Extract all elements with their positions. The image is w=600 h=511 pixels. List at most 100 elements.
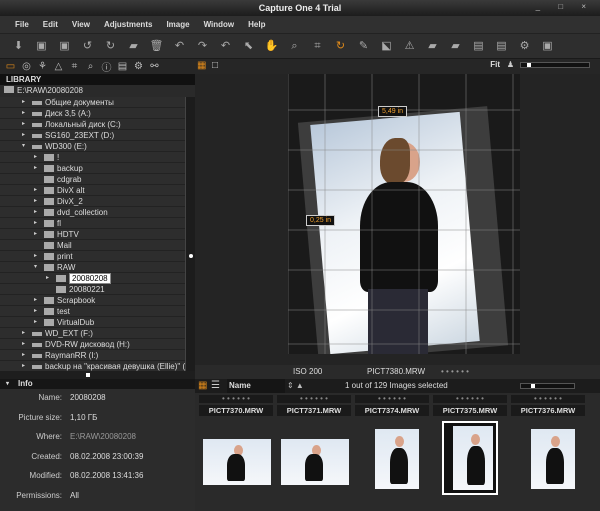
expand-arrow-icon[interactable]: ▸ xyxy=(34,163,37,174)
expand-arrow-icon[interactable]: ▾ xyxy=(34,262,37,273)
tree-item[interactable]: ▸ DivX_2 xyxy=(0,196,185,207)
tree-item[interactable]: ▸! xyxy=(0,152,185,163)
expand-arrow-icon[interactable]: ▸ xyxy=(34,152,37,163)
tree-vertical-scrollbar[interactable] xyxy=(185,97,195,371)
tree-item[interactable]: 20080221 xyxy=(0,284,185,295)
select-icon[interactable]: ⬉ xyxy=(240,38,257,55)
import-icon[interactable]: ⬇ xyxy=(10,38,27,55)
expand-arrow-icon[interactable]: ▸ xyxy=(22,328,25,339)
tree-item[interactable]: ▸ fl xyxy=(0,218,185,229)
expand-arrow-icon[interactable]: ▸ xyxy=(22,361,25,371)
tree-item[interactable]: ▸ print xyxy=(0,251,185,262)
expand-arrow-icon[interactable]: ▸ xyxy=(46,273,49,284)
thumb-rating[interactable]: • • • • • • xyxy=(355,395,429,403)
new-folder-icon[interactable]: ▰ xyxy=(125,38,142,55)
thumb-rating[interactable]: • • • • • • xyxy=(433,395,507,403)
tree-item[interactable]: ▾ WD300 (E:) xyxy=(0,141,185,152)
keystone-icon[interactable]: ⬕ xyxy=(378,38,395,55)
menu-view[interactable]: View xyxy=(65,16,97,33)
expand-arrow-icon[interactable]: ▾ xyxy=(22,141,25,152)
expand-arrow-icon[interactable]: ▸ xyxy=(22,108,25,119)
crop-icon[interactable]: ⌗ xyxy=(309,38,326,55)
delete-icon[interactable]: 🗑 xyxy=(148,38,165,55)
picker-icon[interactable]: ✎ xyxy=(355,38,372,55)
expand-arrow-icon[interactable]: ▸ xyxy=(22,350,25,361)
tree-item[interactable]: ▸ Диск 3,5 (A:) xyxy=(0,108,185,119)
info-icon[interactable]: ▣ xyxy=(539,38,556,55)
redo-icon[interactable]: ↷ xyxy=(194,38,211,55)
thumbnail[interactable]: • • • • • • PICT7375.MRW xyxy=(433,395,507,509)
viewer-rating[interactable]: • • • • • • xyxy=(441,365,469,379)
expand-arrow-icon[interactable]: ▸ xyxy=(34,229,37,240)
expand-arrow-icon[interactable]: ▸ xyxy=(34,306,37,317)
thumb-size-slider[interactable] xyxy=(520,383,575,389)
reset-icon[interactable]: ↶ xyxy=(217,38,234,55)
expand-arrow-icon[interactable]: ▸ xyxy=(34,185,37,196)
tree-item[interactable]: ▸ DVD-RW дисковод (H:) xyxy=(0,339,185,350)
process-icon[interactable]: ▰ xyxy=(447,38,464,55)
thumbnail[interactable]: • • • • • • PICT7376.MRW xyxy=(511,395,585,509)
batch-tab-icon[interactable]: ⚯ xyxy=(148,61,161,72)
thumb-rating[interactable]: • • • • • • xyxy=(199,395,273,403)
rotate-right-icon[interactable]: ↻ xyxy=(102,38,119,55)
menu-file[interactable]: File xyxy=(8,16,36,33)
settings-icon[interactable]: ⚙ xyxy=(516,38,533,55)
capture-tab-icon[interactable]: ◎ xyxy=(20,61,33,72)
sort-order-icon[interactable]: ⇕ ▲ xyxy=(287,379,304,393)
expand-arrow-icon[interactable]: ▸ xyxy=(22,339,25,350)
export-icon[interactable]: ▰ xyxy=(424,38,441,55)
info-header[interactable]: ▾ Info xyxy=(0,379,195,389)
list-icon[interactable]: ☰ xyxy=(211,379,220,393)
straighten-icon[interactable]: ↻ xyxy=(332,38,349,55)
sort-select[interactable]: Name xyxy=(227,379,285,393)
tree-item[interactable]: ▸ Общие документы xyxy=(0,97,185,108)
tree-item[interactable]: ▸ backup на "красивая девушка (Ellie)" ( xyxy=(0,361,185,371)
menu-adjustments[interactable]: Adjustments xyxy=(97,16,159,33)
menu-help[interactable]: Help xyxy=(241,16,272,33)
crop-tab-icon[interactable]: ⌗ xyxy=(68,61,81,72)
focus-tab-icon[interactable]: ⌕ xyxy=(84,61,97,72)
exposure-tab-icon[interactable]: △ xyxy=(52,61,65,72)
expand-arrow-icon[interactable]: ▸ xyxy=(22,119,25,130)
tree-item[interactable]: ▸ backup xyxy=(0,163,185,174)
expand-arrow-icon[interactable]: ▸ xyxy=(34,317,37,328)
thumb-rating[interactable]: • • • • • • xyxy=(511,395,585,403)
library-tab-icon[interactable]: ▭ xyxy=(4,61,17,72)
thumb-rating[interactable]: • • • • • • xyxy=(277,395,351,403)
zoom-fit-label[interactable]: Fit xyxy=(490,60,500,69)
image-canvas[interactable]: 5,49 in 0,25 in xyxy=(288,74,520,354)
thumbnail[interactable]: • • • • • • PICT7374.MRW xyxy=(355,395,429,509)
warning-icon[interactable]: ⚠ xyxy=(401,38,418,55)
tree-item[interactable]: ▸ DivX alt xyxy=(0,185,185,196)
expand-arrow-icon[interactable]: ▸ xyxy=(34,218,37,229)
current-path[interactable]: E:\RAW\20080208 xyxy=(0,85,195,97)
settings-tab-icon[interactable]: ⚙ xyxy=(132,61,145,72)
zoom-icon[interactable]: ⌕ xyxy=(286,38,303,55)
tree-horizontal-scrollbar[interactable] xyxy=(0,371,195,379)
expand-arrow-icon[interactable]: ▸ xyxy=(22,97,25,108)
tree-item[interactable]: ▸ SG160_23EXT (D:) xyxy=(0,130,185,141)
tree-item[interactable]: ▸ WD_EXT (F:) xyxy=(0,328,185,339)
capture-icon[interactable]: ▣ xyxy=(33,38,50,55)
color-tab-icon[interactable]: ⚘ xyxy=(36,61,49,72)
pan-icon[interactable]: ✋ xyxy=(263,38,280,55)
menu-window[interactable]: Window xyxy=(197,16,242,33)
tree-item[interactable]: ▸ dvd_collection xyxy=(0,207,185,218)
zoom-slider[interactable] xyxy=(520,62,590,68)
menu-edit[interactable]: Edit xyxy=(36,16,65,33)
grid-view-icon[interactable]: ▦ xyxy=(197,60,206,71)
compare-icon[interactable]: ▣ xyxy=(56,38,73,55)
expand-arrow-icon[interactable]: ▸ xyxy=(34,295,37,306)
tree-item[interactable]: Mail xyxy=(0,240,185,251)
tree-item[interactable]: ▸ HDTV xyxy=(0,229,185,240)
menu-image[interactable]: Image xyxy=(159,16,196,33)
expand-arrow-icon[interactable]: ▸ xyxy=(34,251,37,262)
rotate-left-icon[interactable]: ↺ xyxy=(79,38,96,55)
tree-item[interactable]: ▾ RAW xyxy=(0,262,185,273)
expand-arrow-icon[interactable]: ▸ xyxy=(22,130,25,141)
batch2-icon[interactable]: ▤ xyxy=(493,38,510,55)
output-tab-icon[interactable]: ▤ xyxy=(116,61,129,72)
tree-item[interactable]: ▸ test xyxy=(0,306,185,317)
expand-arrow-icon[interactable]: ▸ xyxy=(34,207,37,218)
tree-item[interactable]: ▸ 20080208 xyxy=(0,273,185,284)
